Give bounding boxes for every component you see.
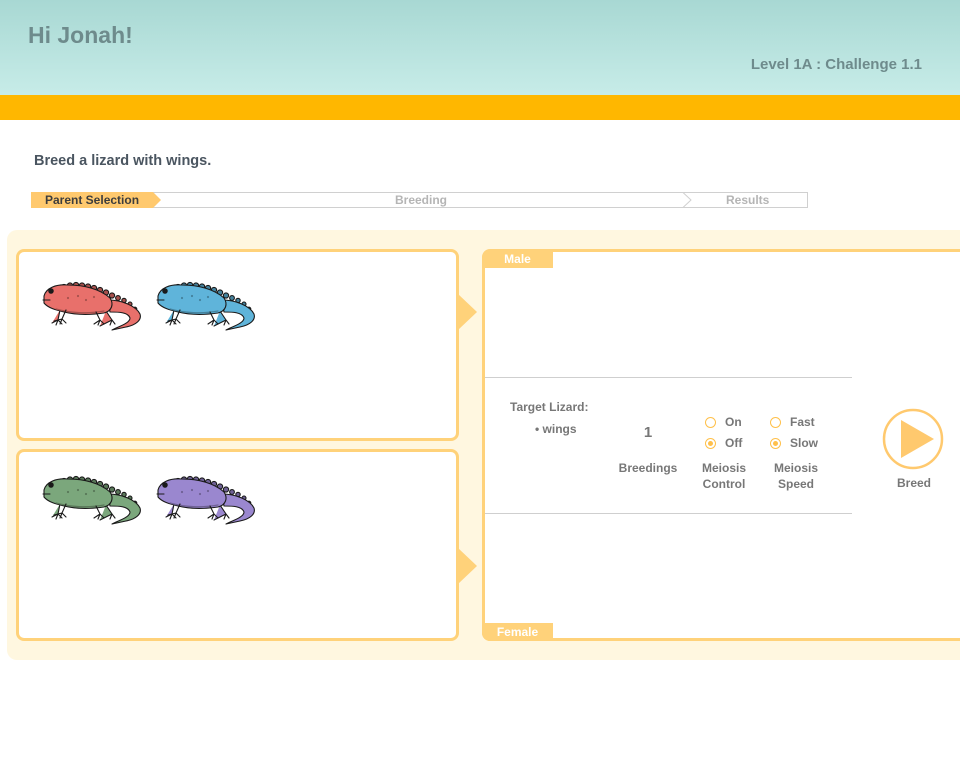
meiosis-control-label-line2: Control xyxy=(702,477,746,491)
meiosis-speed-label-line1: Meiosis xyxy=(773,461,818,475)
progress-stepper: Parent Selection Breeding Results xyxy=(31,192,808,208)
breed-button[interactable] xyxy=(882,408,944,470)
meiosis-control-label-line1: Meiosis xyxy=(701,461,746,475)
task-instruction: Breed a lizard with wings. xyxy=(34,153,212,169)
radio-dot[interactable] xyxy=(705,416,716,428)
female-tag: Female xyxy=(482,623,553,641)
step-results: Results xyxy=(726,193,770,207)
radio-dot[interactable] xyxy=(705,437,716,449)
greeting-text: Hi Jonah! xyxy=(28,22,133,48)
meiosis-control-on-radio[interactable]: On xyxy=(705,415,742,429)
meiosis-speed-label-line2: Speed xyxy=(777,477,814,491)
meiosis-speed-slow-radio[interactable]: Slow xyxy=(770,436,818,450)
meiosis-speed-fast-radio[interactable]: Fast xyxy=(770,415,815,429)
radio-label: Slow xyxy=(790,436,819,450)
breedings-count: 1 xyxy=(643,424,653,441)
divider xyxy=(485,513,852,514)
radio-label: Fast xyxy=(790,415,815,429)
radio-label: Off xyxy=(725,436,743,450)
meiosis-control-off-radio[interactable]: Off xyxy=(705,436,742,450)
meiosis-speed-label: Meiosis Speed xyxy=(760,460,832,492)
arrow-right-icon xyxy=(458,548,477,584)
breedings-label: Breedings xyxy=(618,461,678,475)
green-lizard[interactable] xyxy=(38,472,146,533)
blue-lizard[interactable] xyxy=(152,278,260,339)
radio-dot[interactable] xyxy=(770,437,781,449)
target-trait: • wings xyxy=(535,422,577,436)
radio-dot[interactable] xyxy=(770,416,781,428)
header-banner: Hi Jonah! Level 1A : Challenge 1.1 xyxy=(0,0,960,95)
arrow-right-icon xyxy=(458,294,477,330)
purple-lizard[interactable] xyxy=(152,472,260,533)
level-indicator: Level 1A : Challenge 1.1 xyxy=(750,56,922,73)
meiosis-control-label: Meiosis Control xyxy=(688,460,760,492)
radio-label: On xyxy=(725,415,742,429)
accent-bar xyxy=(0,95,960,120)
red-lizard[interactable] xyxy=(38,278,146,339)
divider xyxy=(485,377,852,378)
male-tag: Male xyxy=(482,250,553,268)
breed-button-label: Breed xyxy=(896,476,931,490)
step-breeding: Breeding xyxy=(395,193,448,207)
step-parent-selection: Parent Selection xyxy=(45,193,140,207)
target-lizard-label: Target Lizard: xyxy=(510,400,589,414)
